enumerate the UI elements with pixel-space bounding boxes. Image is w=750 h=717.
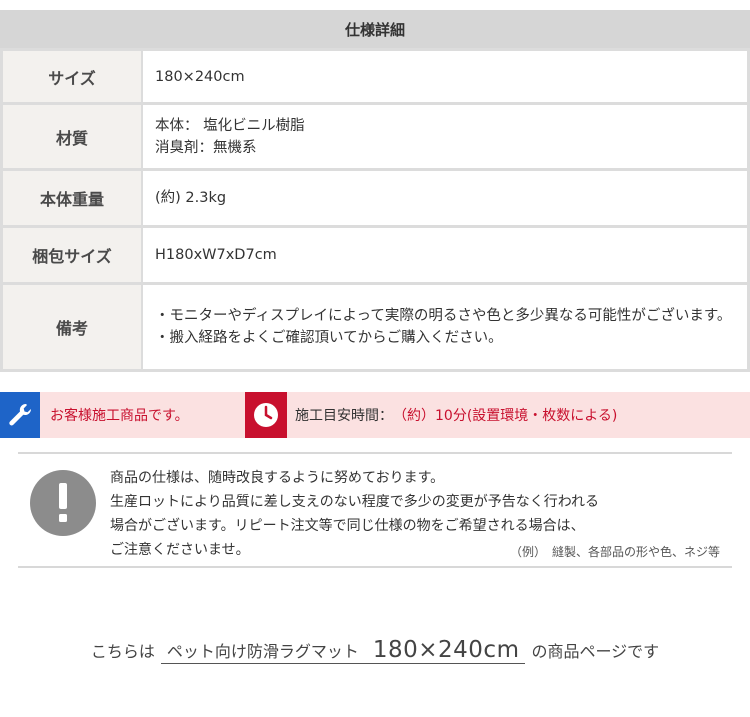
spec-value-line: H180xW7xD7cm (155, 247, 277, 263)
spec-value-line: 消臭剤：無機系 (155, 139, 257, 156)
spec-label: サイズ (3, 51, 143, 102)
notice-line: 場合がございます。リピート注文等で同じ仕様の物をご希望される場合は、 (110, 518, 585, 534)
install-text: お客様施工商品です。 (50, 408, 189, 424)
notice-example: （例） 縫製、各部品の形や色、ネジ等 (509, 545, 720, 559)
spec-value: ・モニターやディスプレイによって実際の明るさや色と多少異なる可能性がございます。… (143, 285, 747, 369)
footer-product-name: ペット向け防滑ラグマット (166, 641, 359, 661)
spec-value: 180×240cm (143, 51, 747, 102)
spec-row-material: 材質 本体： 塩化ビニル樹脂 消臭剤：無機系 (3, 105, 747, 171)
clock-icon (245, 392, 287, 438)
spec-value: H180xW7xD7cm (143, 228, 747, 282)
spec-value: (約) 2.3kg (143, 171, 747, 225)
wrench-icon (0, 392, 40, 438)
footer-product-size: 180×240cm (372, 636, 520, 663)
spec-label: 備考 (3, 285, 143, 369)
footer-suffix: の商品ページです (531, 642, 660, 661)
footer-prefix: こちらは (90, 642, 155, 661)
spec-row-package-size: 梱包サイズ H180xW7xD7cm (3, 228, 747, 285)
spec-row-weight: 本体重量 (約) 2.3kg (3, 171, 747, 228)
install-info-band: お客様施工商品です。 施工目安時間： （約）10分(設置環境・枚数による) (0, 392, 750, 438)
spec-row-notes: 備考 ・モニターやディスプレイによって実際の明るさや色と多少異なる可能性がござい… (3, 285, 747, 372)
spec-label: 材質 (3, 105, 143, 168)
spec-value-line: (約) 2.3kg (155, 190, 227, 206)
spec-value-line: 本体： 塩化ビニル樹脂 (155, 117, 305, 134)
spec-label: 本体重量 (3, 171, 143, 225)
product-page-caption: こちらは ペット向け防滑ラグマット 180×240cm の商品ページです (0, 630, 750, 670)
footer-product: ペット向け防滑ラグマット 180×240cm (160, 636, 526, 664)
notes-list: ・モニターやディスプレイによって実際の明るさや色と多少異なる可能性がございます。… (155, 305, 747, 349)
install-time: 施工目安時間： （約）10分(設置環境・枚数による) (287, 392, 617, 438)
install-time-label: 施工目安時間： (295, 408, 393, 424)
spec-table: サイズ 180×240cm 材質 本体： 塩化ビニル樹脂 消臭剤：無機系 本体重… (0, 48, 750, 372)
spec-label: 梱包サイズ (3, 228, 143, 282)
spec-value: 本体： 塩化ビニル樹脂 消臭剤：無機系 (143, 105, 747, 168)
install-time-value: （約）10分(設置環境・枚数による) (393, 408, 618, 424)
spec-value-line: 180×240cm (155, 68, 245, 85)
notice-line: 商品の仕様は、随時改良するように努めております。 (110, 470, 445, 486)
note-item: ・搬入経路をよくご確認頂いてからご購入ください。 (155, 330, 503, 346)
spec-row-size: サイズ 180×240cm (3, 48, 747, 105)
spec-change-notice: 商品の仕様は、随時改良するように努めております。 生産ロットにより品質に差し支え… (18, 452, 732, 568)
notice-line: 生産ロットにより品質に差し支えのない程度で多少の変更が予告なく行われる (110, 494, 600, 510)
note-item: ・モニターやディスプレイによって実際の明るさや色と多少異なる可能性がございます。 (155, 308, 732, 324)
spec-title: 仕様詳細 (0, 10, 750, 48)
exclamation-icon (30, 470, 96, 536)
